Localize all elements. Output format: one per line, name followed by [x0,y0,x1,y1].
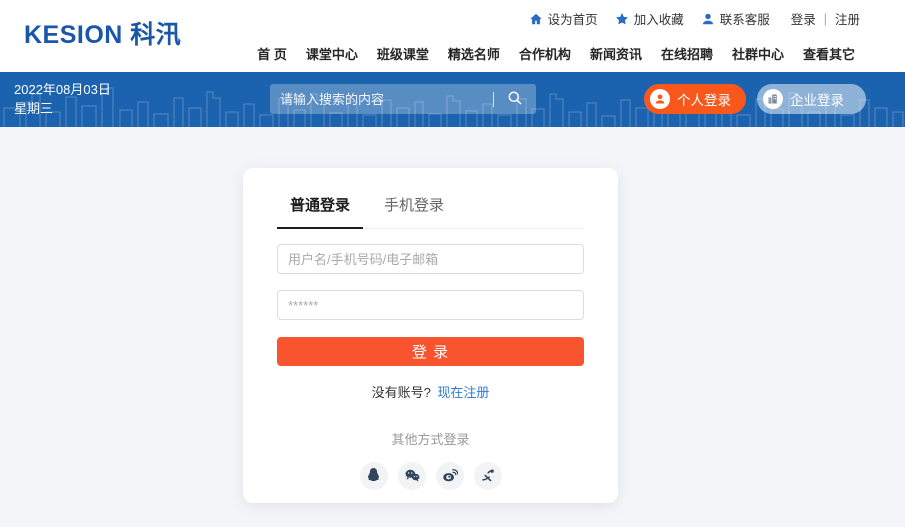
search-icon [507,90,523,109]
add-favorite-link[interactable]: 加入收藏 [615,9,684,28]
other-login-text: 其他方式登录 [391,432,470,447]
weibo-login-button[interactable] [435,462,464,490]
search-input[interactable] [270,84,493,114]
wechat-icon [404,467,420,486]
date-text: 2022年08月03日 [14,82,111,97]
qq-login-button[interactable] [359,462,388,490]
alipay-icon [480,467,496,486]
star-icon [615,12,629,26]
set-home-label: 设为首页 [547,13,598,27]
login-submit-button[interactable]: 登 录 [277,337,584,366]
date-display: 2022年08月03日 星期三 [14,80,111,118]
weekday-text: 星期三 [14,101,54,116]
site-header: KESION 科汛 设为首页 加入收藏 联系客服 登录 | 注册 首 页 课堂中… [0,0,905,72]
nav-item-jobs[interactable]: 在线招聘 [661,44,713,63]
nav-item-partner-orgs[interactable]: 合作机构 [519,44,571,63]
tab-normal-login[interactable]: 普通登录 [277,194,363,229]
search-button[interactable] [494,84,536,114]
alipay-login-button[interactable] [473,462,502,490]
tab-phone-login[interactable]: 手机登录 [384,194,444,228]
building-circle-icon [763,89,783,109]
utility-bar: 设为首页 加入收藏 联系客服 登录 | 注册 [529,9,860,28]
no-account-text: 没有账号? [371,385,431,400]
nav-item-home[interactable]: 首 页 [257,44,287,63]
auth-separator: | [823,11,827,26]
social-login-row [277,462,584,490]
nav-item-class-course[interactable]: 班级课堂 [377,44,429,63]
contact-service-label: 联系客服 [719,13,770,27]
main-nav: 首 页 课堂中心 班级课堂 精选名师 合作机构 新闻资讯 在线招聘 社群中心 查… [257,44,855,63]
password-input[interactable] [277,290,584,320]
set-home-link[interactable]: 设为首页 [529,9,598,28]
search-box [270,84,536,114]
username-input[interactable] [277,244,584,274]
nav-item-featured-teachers[interactable]: 精选名师 [448,44,500,63]
wechat-login-button[interactable] [397,462,426,490]
nav-item-news[interactable]: 新闻资讯 [590,44,642,63]
add-favorite-label: 加入收藏 [633,13,684,27]
site-logo[interactable]: KESION 科汛 [24,15,181,51]
login-tabs: 普通登录 手机登录 [277,168,584,229]
user-icon [701,12,715,26]
enterprise-login-button[interactable]: 企业登录 [757,84,866,114]
top-banner: 2022年08月03日 星期三 个人登录 企业登录 [0,72,905,127]
personal-login-button[interactable]: 个人登录 [644,84,746,114]
home-icon [529,12,543,26]
nav-item-more[interactable]: 查看其它 [803,44,855,63]
weibo-icon [442,467,458,486]
login-card: 普通登录 手机登录 登 录 没有账号? 现在注册 其他方式登录 [243,168,618,503]
contact-service-link[interactable]: 联系客服 [701,9,770,28]
nav-item-classroom-center[interactable]: 课堂中心 [306,44,358,63]
register-now-link[interactable]: 现在注册 [437,385,489,400]
register-link[interactable]: 注册 [835,9,860,28]
auth-links: 登录 | 注册 [791,9,860,28]
page-body: 普通登录 手机登录 登 录 没有账号? 现在注册 其他方式登录 [0,127,905,527]
personal-login-label: 个人登录 [677,93,731,108]
nav-item-community[interactable]: 社群中心 [732,44,784,63]
login-link[interactable]: 登录 [791,9,816,28]
qq-icon [366,467,381,485]
person-circle-icon [650,89,670,109]
enterprise-login-label: 企业登录 [790,93,844,108]
register-row: 没有账号? 现在注册 [277,382,584,401]
